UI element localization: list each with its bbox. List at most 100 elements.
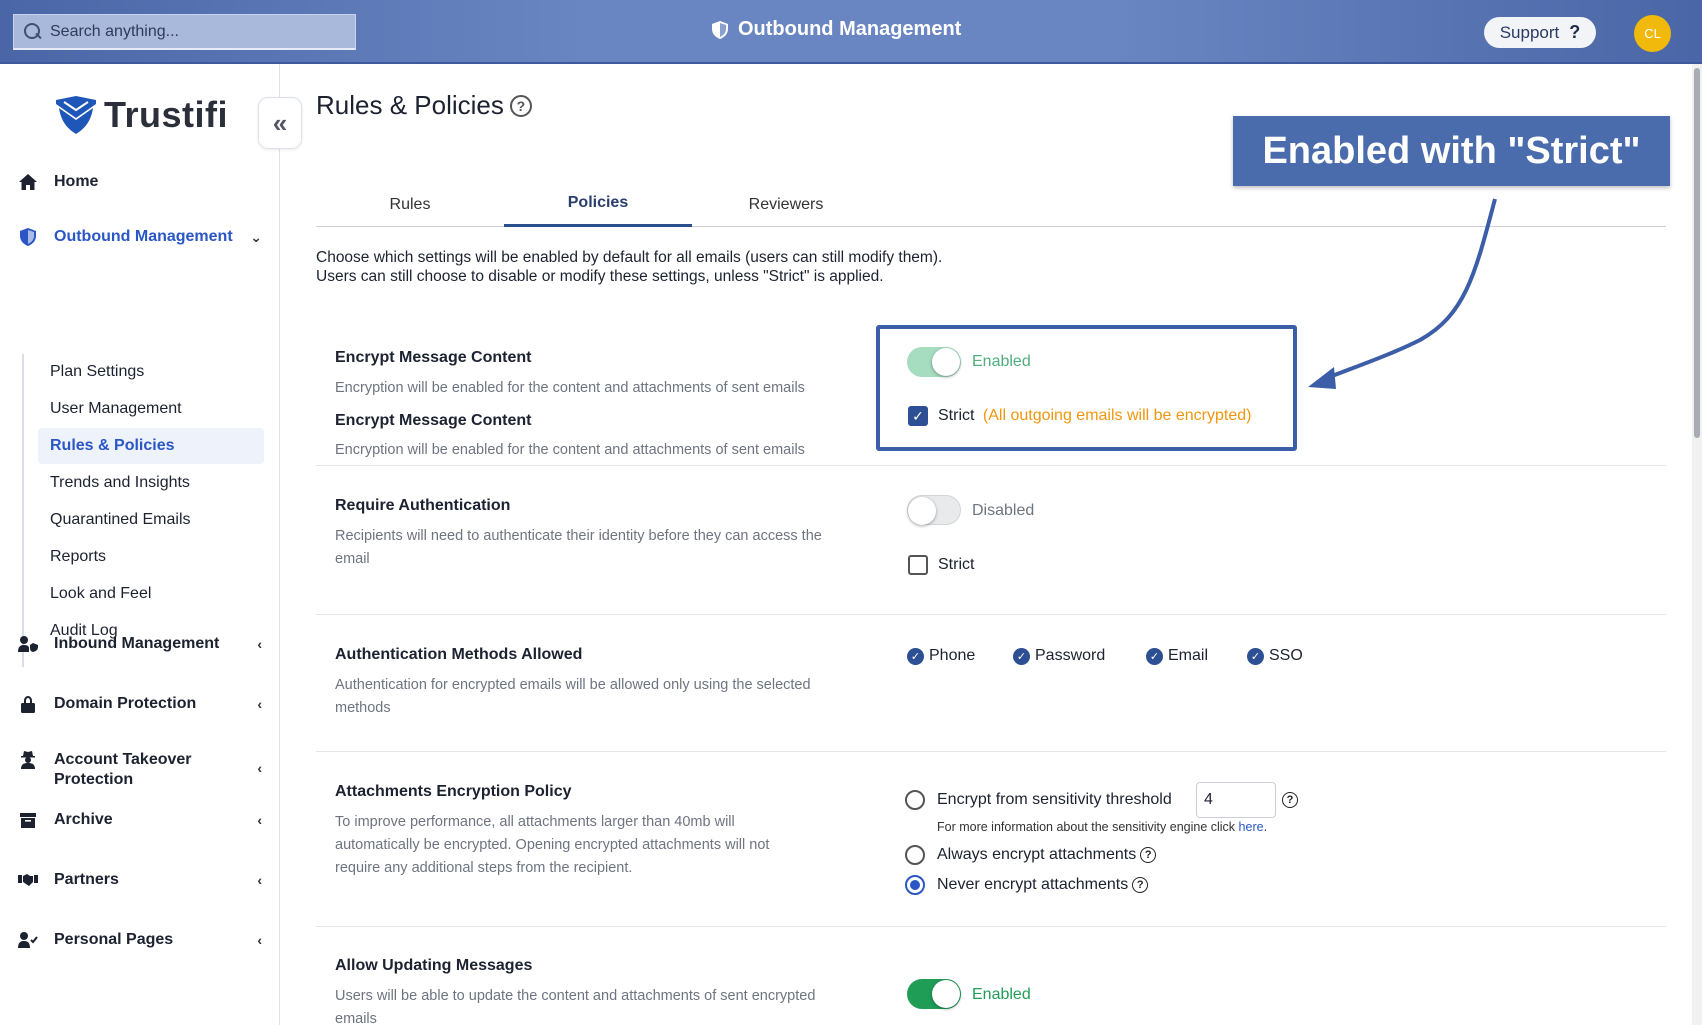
updating-toggle-label: Enabled <box>972 986 1031 1003</box>
attachments-title: Attachments Encryption Policy <box>335 783 572 800</box>
nav-outbound-label: Outbound Management <box>54 228 233 245</box>
page-title-text: Rules & Policies <box>316 90 504 120</box>
annotation-highlight-box <box>876 325 1297 451</box>
method-password-label: Password <box>1035 647 1106 664</box>
nav-archive[interactable]: Archive ‹ <box>18 810 262 830</box>
tab-policies[interactable]: Policies <box>504 182 692 227</box>
nav-personal-pages[interactable]: Personal Pages ‹ <box>18 930 262 950</box>
logo-icon <box>56 96 96 134</box>
nav-domain-label: Domain Protection <box>54 695 197 712</box>
avatar[interactable]: CL <box>1634 15 1671 52</box>
nav-partners-label: Partners <box>54 871 119 888</box>
updating-desc: Users will be able to update the content… <box>335 988 816 1025</box>
nav-home[interactable]: Home <box>18 172 262 192</box>
home-icon <box>18 172 38 192</box>
radio-sensitivity-threshold[interactable] <box>905 790 925 810</box>
user-check-icon <box>18 930 38 950</box>
check-circle-icon: ✓ <box>1146 647 1163 665</box>
methods-desc: Authentication for encrypted emails will… <box>335 677 811 716</box>
toggle-knob <box>908 497 936 525</box>
support-button[interactable]: Support ? <box>1484 17 1596 48</box>
nav-inbound-label: Inbound Management <box>54 635 220 652</box>
nav-outbound-management[interactable]: Outbound Management ⌄ <box>18 227 262 247</box>
search-icon <box>20 19 46 45</box>
chevron-left-icon: ‹ <box>257 760 262 776</box>
scrollbar-thumb[interactable] <box>1694 68 1700 438</box>
search-input[interactable] <box>50 22 350 41</box>
submenu-reports[interactable]: Reports <box>38 539 264 575</box>
radio-never-encrypt[interactable] <box>905 875 925 895</box>
label-always-encrypt: Always encrypt attachments ? <box>937 846 1157 864</box>
submenu-plan-settings[interactable]: Plan Settings <box>38 354 264 390</box>
method-sso-label: SSO <box>1269 647 1303 664</box>
scrollbar[interactable] <box>1692 64 1702 1025</box>
sensitivity-info-note: For more information about the sensitivi… <box>937 820 1267 834</box>
question-circle-icon[interactable]: ? <box>1282 792 1298 808</box>
auth-toggle[interactable] <box>907 495 961 525</box>
method-phone[interactable]: ✓ Phone <box>907 647 975 665</box>
check-circle-icon: ✓ <box>907 647 924 665</box>
sensitivity-link[interactable]: here <box>1239 820 1264 834</box>
logo-text: Trustifi <box>104 94 229 135</box>
submenu-user-management[interactable]: User Management <box>38 391 264 427</box>
nav-personal-label: Personal Pages <box>54 931 174 948</box>
auth-title: Require Authentication <box>335 497 511 514</box>
chevron-down-icon: ⌄ <box>250 228 262 245</box>
tab-rules[interactable]: Rules <box>316 182 504 227</box>
label-never-encrypt: Never encrypt attachments ? <box>937 876 1149 894</box>
sensitivity-note-text: For more information about the sensitivi… <box>937 820 1236 834</box>
encrypt-message-desc: Encryption will be enabled for the conte… <box>335 380 805 396</box>
method-sso[interactable]: ✓ SSO <box>1247 647 1303 665</box>
search-box[interactable] <box>13 14 356 50</box>
submenu-trends-insights[interactable]: Trends and Insights <box>38 465 264 501</box>
nav-account-takeover-label: Account Takeover Protection <box>54 751 192 788</box>
toggle-knob <box>932 980 960 1008</box>
archive-icon <box>18 810 38 830</box>
question-icon: ? <box>1569 22 1581 42</box>
lock-icon <box>18 694 38 714</box>
nav-account-takeover[interactable]: Account Takeover Protection ‹ <box>18 750 262 790</box>
check-circle-icon: ✓ <box>1247 647 1264 665</box>
logo[interactable]: Trustifi <box>56 94 228 136</box>
encrypt-message-title: Encrypt Message Content <box>335 349 532 366</box>
app-title-text: Outbound Management <box>738 18 962 40</box>
tab-reviewers[interactable]: Reviewers <box>692 182 880 227</box>
always-encrypt-text: Always encrypt attachments <box>937 846 1137 863</box>
question-circle-icon[interactable]: ? <box>509 94 532 117</box>
annotation-callout: Enabled with "Strict" <box>1233 116 1670 186</box>
never-encrypt-text: Never encrypt attachments <box>937 876 1129 893</box>
question-circle-icon[interactable]: ? <box>1132 877 1149 893</box>
threshold-input[interactable] <box>1196 782 1276 818</box>
chevron-left-icon: ‹ <box>257 696 262 712</box>
nav-home-label: Home <box>54 173 99 190</box>
nav-partners[interactable]: Partners ‹ <box>18 870 262 890</box>
submenu-rules-policies[interactable]: Rules & Policies <box>38 428 264 464</box>
outbound-submenu: Plan Settings User Management Rules & Po… <box>22 354 266 667</box>
nav-inbound-management[interactable]: Inbound Management ‹ <box>18 634 262 654</box>
user-shield-icon <box>18 634 38 654</box>
user-secret-icon <box>18 750 38 770</box>
app-title: Outbound Management <box>712 18 961 41</box>
shield-icon <box>712 20 728 39</box>
nav-archive-label: Archive <box>54 811 113 828</box>
handshake-icon <box>18 870 38 890</box>
auth-strict-checkbox[interactable] <box>908 555 928 575</box>
note-period: . <box>1263 820 1268 834</box>
chevron-left-icon: ‹ <box>257 872 262 888</box>
methods-title: Authentication Methods Allowed <box>335 646 583 663</box>
updating-toggle[interactable] <box>907 979 961 1009</box>
auth-toggle-label: Disabled <box>972 502 1035 519</box>
method-phone-label: Phone <box>929 647 976 664</box>
chevron-left-icon: ‹ <box>257 812 262 828</box>
submenu-look-and-feel[interactable]: Look and Feel <box>38 576 264 612</box>
sidebar: Trustifi Home Outbound Management ⌄ Plan… <box>0 64 280 1025</box>
support-label: Support <box>1499 22 1560 42</box>
method-email[interactable]: ✓ Email <box>1146 647 1208 665</box>
method-password[interactable]: ✓ Password <box>1013 647 1105 665</box>
chevron-left-icon: ‹ <box>257 932 262 948</box>
annotation-arrow-icon <box>1308 198 1497 389</box>
question-circle-icon[interactable]: ? <box>1140 847 1157 863</box>
submenu-quarantined-emails[interactable]: Quarantined Emails <box>38 502 264 538</box>
nav-domain-protection[interactable]: Domain Protection ‹ <box>18 694 262 714</box>
radio-always-encrypt[interactable] <box>905 845 925 865</box>
